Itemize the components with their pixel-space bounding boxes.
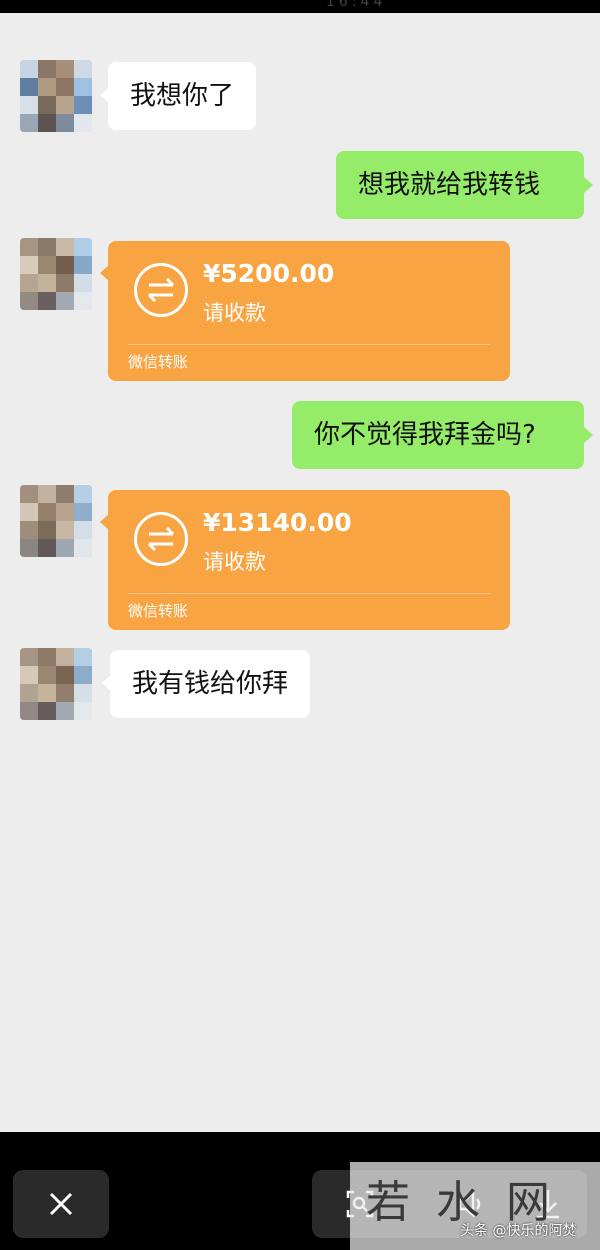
watermark: 若水网 头条 @快乐的阿焚: [350, 1162, 600, 1250]
watermark-credit: 头条 @快乐的阿焚: [460, 1223, 577, 1239]
status-bar: 16:44: [0, 0, 600, 13]
contact-avatar[interactable]: [20, 485, 92, 557]
transfer-source: 微信转账: [128, 602, 189, 620]
transfer-status: 请收款: [203, 301, 266, 325]
transfer-icon: [134, 263, 188, 317]
message-bubble-received[interactable]: 我想你了: [108, 62, 257, 130]
transfer-divider: [128, 593, 490, 594]
transfer-status: 请收款: [203, 550, 266, 574]
status-clock: 16:44: [326, 0, 387, 10]
bubble-tail: [584, 427, 593, 443]
transfer-source: 微信转账: [128, 353, 189, 371]
close-button[interactable]: [13, 1170, 109, 1238]
transfer-icon: [134, 512, 188, 566]
contact-avatar[interactable]: [20, 238, 92, 310]
bubble-tail: [584, 177, 593, 193]
message-bubble-sent[interactable]: 你不觉得我拜金吗?: [292, 401, 584, 469]
transfer-card[interactable]: ¥5200.00 请收款 微信转账: [108, 241, 510, 381]
transfer-amount: ¥13140.00: [203, 508, 352, 537]
contact-avatar[interactable]: [20, 60, 92, 132]
message-bubble-received[interactable]: 我有钱给你拜: [110, 650, 311, 718]
close-icon: [49, 1192, 73, 1216]
message-bubble-sent[interactable]: 想我就给我转钱: [336, 151, 584, 219]
chat-area[interactable]: 我想你了 想我就给我转钱 ¥5200.00 请收款 微信转账 你不觉得我拜金吗?: [0, 13, 600, 1132]
transfer-divider: [128, 344, 490, 345]
contact-avatar[interactable]: [20, 648, 92, 720]
transfer-amount: ¥5200.00: [203, 259, 335, 288]
transfer-card[interactable]: ¥13140.00 请收款 微信转账: [108, 490, 510, 630]
